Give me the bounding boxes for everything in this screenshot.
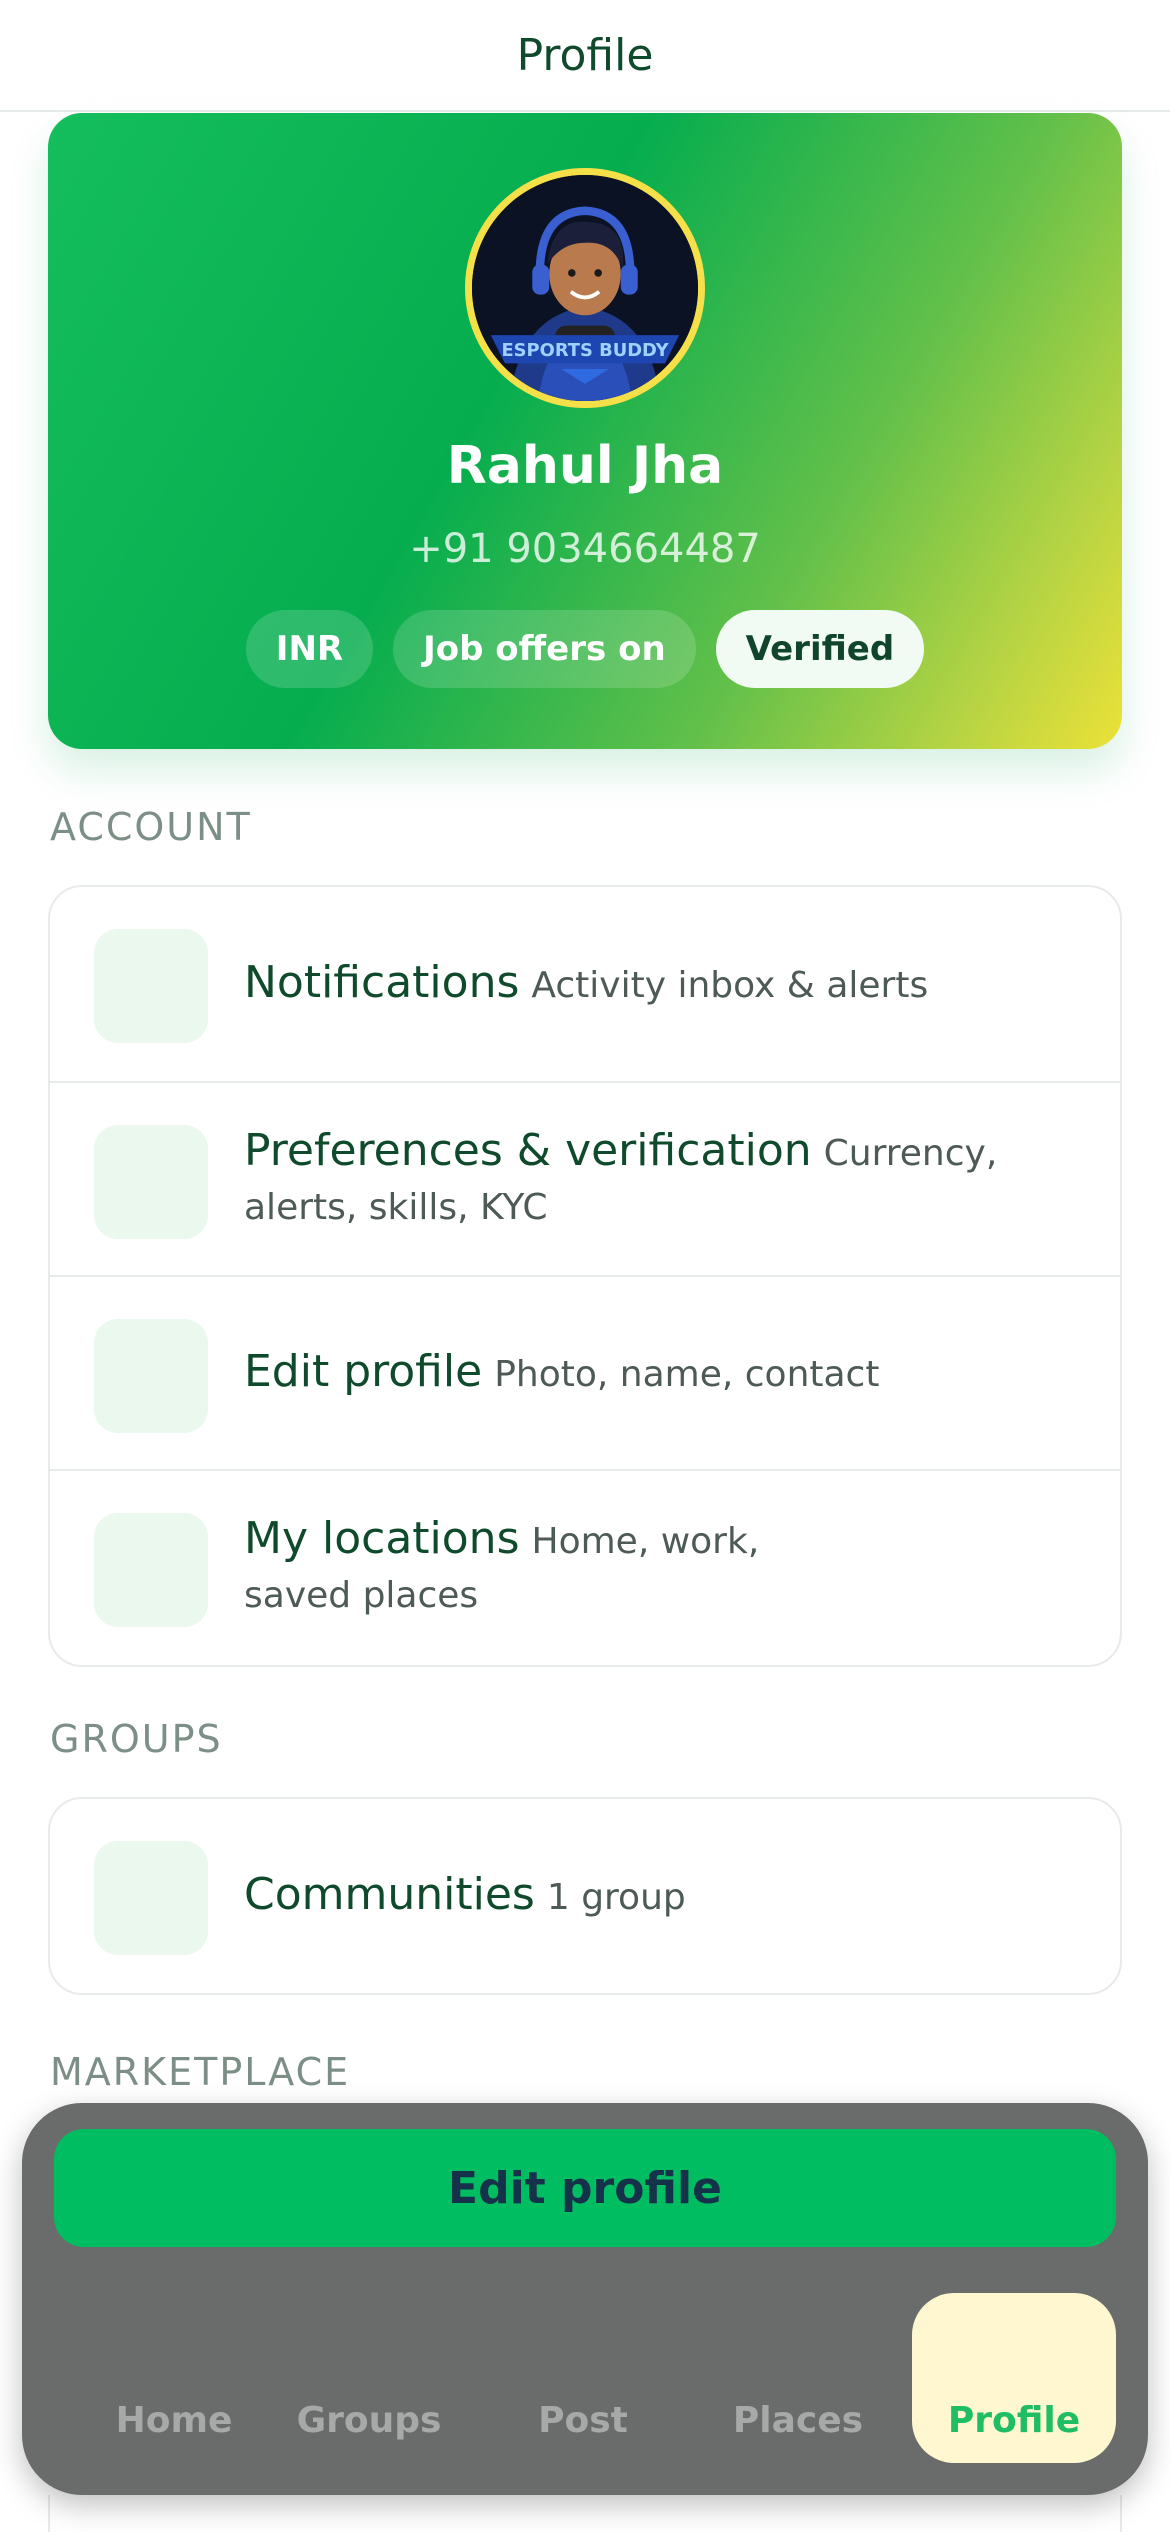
edit-profile-icon [94, 1319, 208, 1433]
currency-chip: INR [245, 610, 374, 688]
bottom-tab-bar: Home Groups Post Places Profile [22, 2293, 1148, 2463]
item-subtitle: Activity inbox & alerts [531, 964, 929, 1006]
list-item-notifications[interactable]: Notifications Activity inbox & alerts [50, 887, 1120, 1081]
preferences-icon [94, 1125, 208, 1239]
tab-places[interactable]: Places [698, 2293, 898, 2463]
job-offers-chip: Job offers on [393, 610, 696, 688]
bottom-dock: Edit profile Home Groups Post Places Pro… [22, 2103, 1148, 2495]
verified-badge: Verified [715, 610, 925, 688]
account-section-label: ACCOUNT [50, 805, 252, 849]
profile-hero-card: ESPORTS BUDDY Rahul Jha +91 9034664487 I… [48, 113, 1122, 749]
item-title: Notifications [244, 956, 520, 1008]
account-list: Notifications Activity inbox & alerts Pre… [48, 885, 1122, 1667]
marketplace-card-edge [48, 2495, 1122, 2532]
tab-profile[interactable]: Profile [912, 2293, 1116, 2463]
communities-icon [94, 1841, 208, 1955]
list-item-communities[interactable]: Communities 1 group [50, 1799, 1120, 1993]
item-subtitle: Photo, name, contact [494, 1353, 880, 1395]
item-title: My locations [244, 1512, 520, 1564]
avatar[interactable]: ESPORTS BUDDY [465, 168, 705, 408]
page-title: Profile [516, 29, 654, 81]
profile-chips: INR Job offers on Verified [245, 610, 925, 688]
tab-home[interactable]: Home [74, 2293, 274, 2463]
tab-post[interactable]: Post [483, 2293, 683, 2463]
profile-phone: +91 9034664487 [409, 526, 761, 572]
esports-avatar-image: ESPORTS BUDDY [472, 175, 698, 401]
item-title: Communities [244, 1868, 535, 1920]
top-app-bar: Profile [0, 0, 1170, 112]
svg-text:ESPORTS BUDDY: ESPORTS BUDDY [501, 340, 669, 361]
list-item-edit-profile[interactable]: Edit profile Photo, name, contact [50, 1275, 1120, 1469]
groups-list: Communities 1 group [48, 1797, 1122, 1995]
tab-groups[interactable]: Groups [269, 2293, 469, 2463]
list-item-preferences[interactable]: Preferences & verification Currency, aler… [50, 1081, 1120, 1275]
edit-profile-button[interactable]: Edit profile [54, 2129, 1116, 2247]
list-item-my-locations[interactable]: My locations Home, work, saved places [50, 1469, 1120, 1663]
item-title: Preferences & verification [244, 1124, 812, 1176]
notifications-icon [94, 929, 208, 1043]
item-subtitle: 1 group [546, 1876, 686, 1918]
marketplace-section-label: MARKETPLACE [50, 2050, 351, 2094]
item-title: Edit profile [244, 1345, 483, 1397]
location-icon [94, 1513, 208, 1627]
groups-section-label: GROUPS [50, 1717, 223, 1761]
profile-name: Rahul Jha [446, 436, 724, 496]
